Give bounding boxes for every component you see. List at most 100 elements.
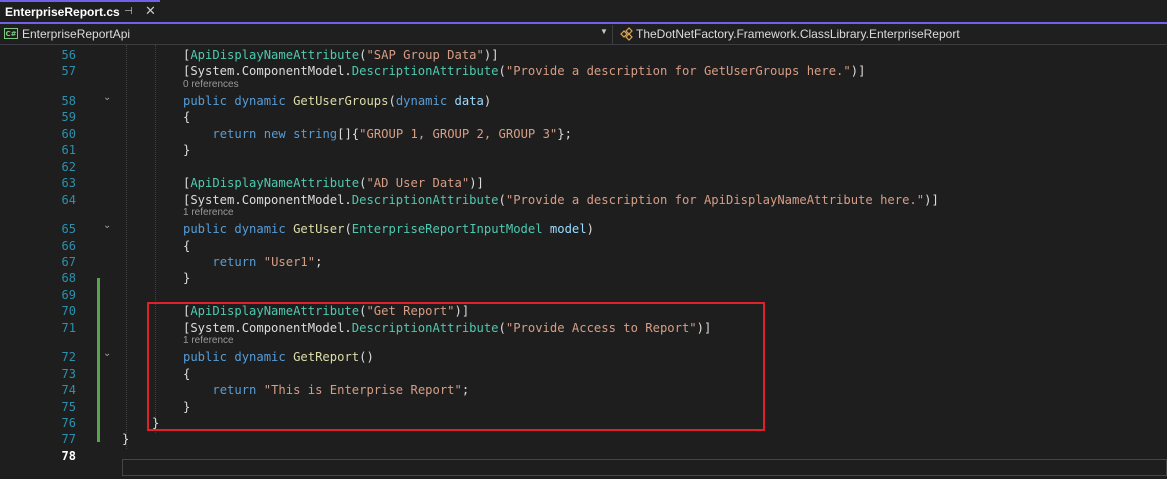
annotation-highlight-box (147, 302, 765, 431)
code-line: 63 [ApiDisplayNameAttribute("AD User Data… (0, 175, 1167, 192)
code-token: } (183, 271, 191, 286)
chevron-down-icon[interactable]: ▼ (600, 27, 608, 36)
code-token: ) (586, 222, 594, 237)
code-token: public (183, 222, 235, 237)
code-text[interactable]: [System.ComponentModel.DescriptionAttrib… (183, 192, 939, 208)
code-token: []{ (337, 126, 360, 141)
code-token: ( (498, 64, 506, 79)
code-token: data (454, 93, 484, 108)
line-number: 77 (61, 432, 76, 447)
code-token: model (549, 222, 587, 237)
code-line: 64 [System.ComponentModel.DescriptionAttr… (0, 192, 1167, 209)
code-line: 69 (0, 287, 1167, 304)
code-token: ; (315, 254, 323, 269)
code-text[interactable]: { (183, 109, 190, 125)
code-token: ApiDisplayNameAttribute (190, 48, 360, 62)
code-token: new (263, 126, 294, 141)
code-token: dynamic (234, 222, 294, 237)
code-token: { (183, 238, 191, 253)
code-token: } (183, 143, 191, 158)
line-number: 57 (61, 64, 76, 79)
code-text[interactable]: { (183, 238, 190, 254)
line-number: 69 (61, 287, 76, 302)
line-number: 76 (61, 416, 76, 430)
code-token: )] (483, 48, 499, 62)
project-dropdown-label: EnterpriseReportApi (22, 27, 131, 41)
line-number: 67 (61, 254, 76, 269)
code-token: ) (483, 93, 492, 108)
line-number: 65 (61, 222, 76, 237)
fold-chevron-icon[interactable]: ⌄ (103, 90, 111, 106)
pin-icon[interactable]: ⊣ (124, 6, 133, 17)
code-token: } (122, 432, 130, 447)
line-number: 78 (61, 448, 76, 463)
line-number: 71 (61, 320, 76, 335)
code-line: 62 (0, 159, 1167, 176)
code-token: dynamic (395, 93, 455, 108)
line-number: 75 (61, 399, 76, 414)
code-token: ( (344, 222, 352, 237)
code-token: EnterpriseReportInputModel (351, 222, 550, 237)
code-line: 65 ⌄ public dynamic GetUser(EnterpriseRepo… (0, 218, 1167, 238)
code-line: 77} (0, 431, 1167, 448)
code-line: 56 [ApiDisplayNameAttribute("SAP Group Da… (0, 47, 1167, 64)
project-dropdown[interactable]: C# EnterpriseReportApi ▼ (0, 25, 613, 44)
code-line: 58 ⌄ public dynamic GetUserGroups(dynamic … (0, 90, 1167, 110)
code-text[interactable]: [ApiDisplayNameAttribute("SAP Group Data… (183, 47, 499, 63)
code-token: dynamic (234, 93, 294, 108)
csharp-project-icon: C# (4, 28, 18, 39)
fold-chevron-icon[interactable]: ⌄ (103, 218, 111, 234)
code-text[interactable]: return new string[]{"GROUP 1, GROUP 2, G… (183, 126, 572, 142)
class-icon (620, 27, 633, 41)
code-text[interactable]: return "User1"; (183, 254, 322, 270)
code-line: 68} (0, 270, 1167, 287)
code-token: ApiDisplayNameAttribute (190, 176, 360, 191)
code-text[interactable]: [ApiDisplayNameAttribute("AD User Data")… (183, 175, 484, 191)
line-number: 72 (61, 350, 76, 365)
line-number: 66 (61, 238, 76, 253)
code-token: )] (924, 192, 939, 207)
code-text[interactable]: [System.ComponentModel.DescriptionAttrib… (183, 63, 865, 79)
tab-strip: EnterpriseReport.cs ⊣ ✕ (0, 0, 1167, 25)
code-token: { (183, 110, 191, 125)
code-token: string (293, 126, 338, 141)
fold-chevron-icon[interactable]: ⌄ (103, 346, 111, 362)
code-line: 57 [System.ComponentModel.DescriptionAttr… (0, 63, 1167, 80)
code-line: 60 return new string[]{"GROUP 1, GROUP 2… (0, 126, 1167, 143)
line-number: 56 (61, 48, 76, 62)
line-number: 61 (61, 143, 76, 158)
line-number: 73 (61, 366, 76, 381)
code-text[interactable]: public dynamic GetUserGroups(dynamic dat… (183, 93, 491, 109)
code-line: 66 { (0, 238, 1167, 255)
code-token: "GROUP 1, GROUP 2, GROUP 3" (359, 126, 558, 141)
line-number: 68 (61, 271, 76, 286)
code-text[interactable]: } (122, 431, 129, 447)
code-token: [System.ComponentModel. (183, 192, 352, 207)
code-text[interactable]: } (183, 142, 190, 158)
code-text[interactable]: } (183, 270, 190, 286)
line-number: 62 (61, 159, 76, 174)
line-number: 60 (61, 126, 76, 141)
line-number: 70 (61, 304, 76, 319)
line-number: 59 (61, 110, 76, 125)
line-number: 58 (61, 93, 76, 108)
current-line-highlight (122, 459, 1167, 476)
code-token: "User1" (263, 254, 316, 269)
code-token: return (212, 126, 264, 141)
tab-underline (0, 22, 1167, 24)
code-token: ( (388, 93, 396, 108)
codelens-references[interactable]: 1 reference (183, 207, 234, 219)
class-dropdown-label[interactable]: TheDotNetFactory.Framework.ClassLibrary.… (636, 27, 960, 41)
tab-title[interactable]: EnterpriseReport.cs (5, 5, 120, 19)
code-token: )] (469, 176, 484, 191)
code-text[interactable]: public dynamic GetUser(EnterpriseReportI… (183, 221, 594, 237)
code-token: ( (498, 192, 506, 207)
close-icon[interactable]: ✕ (145, 4, 156, 19)
code-token: )] (850, 64, 866, 79)
codelens-references[interactable]: 0 references (183, 79, 239, 91)
code-token: [System.ComponentModel. (183, 64, 352, 79)
tab-enterprise-report[interactable]: EnterpriseReport.cs ⊣ ✕ (0, 0, 160, 22)
navigation-bar: C# EnterpriseReportApi ▼ TheDotNetFactor… (0, 25, 1167, 45)
